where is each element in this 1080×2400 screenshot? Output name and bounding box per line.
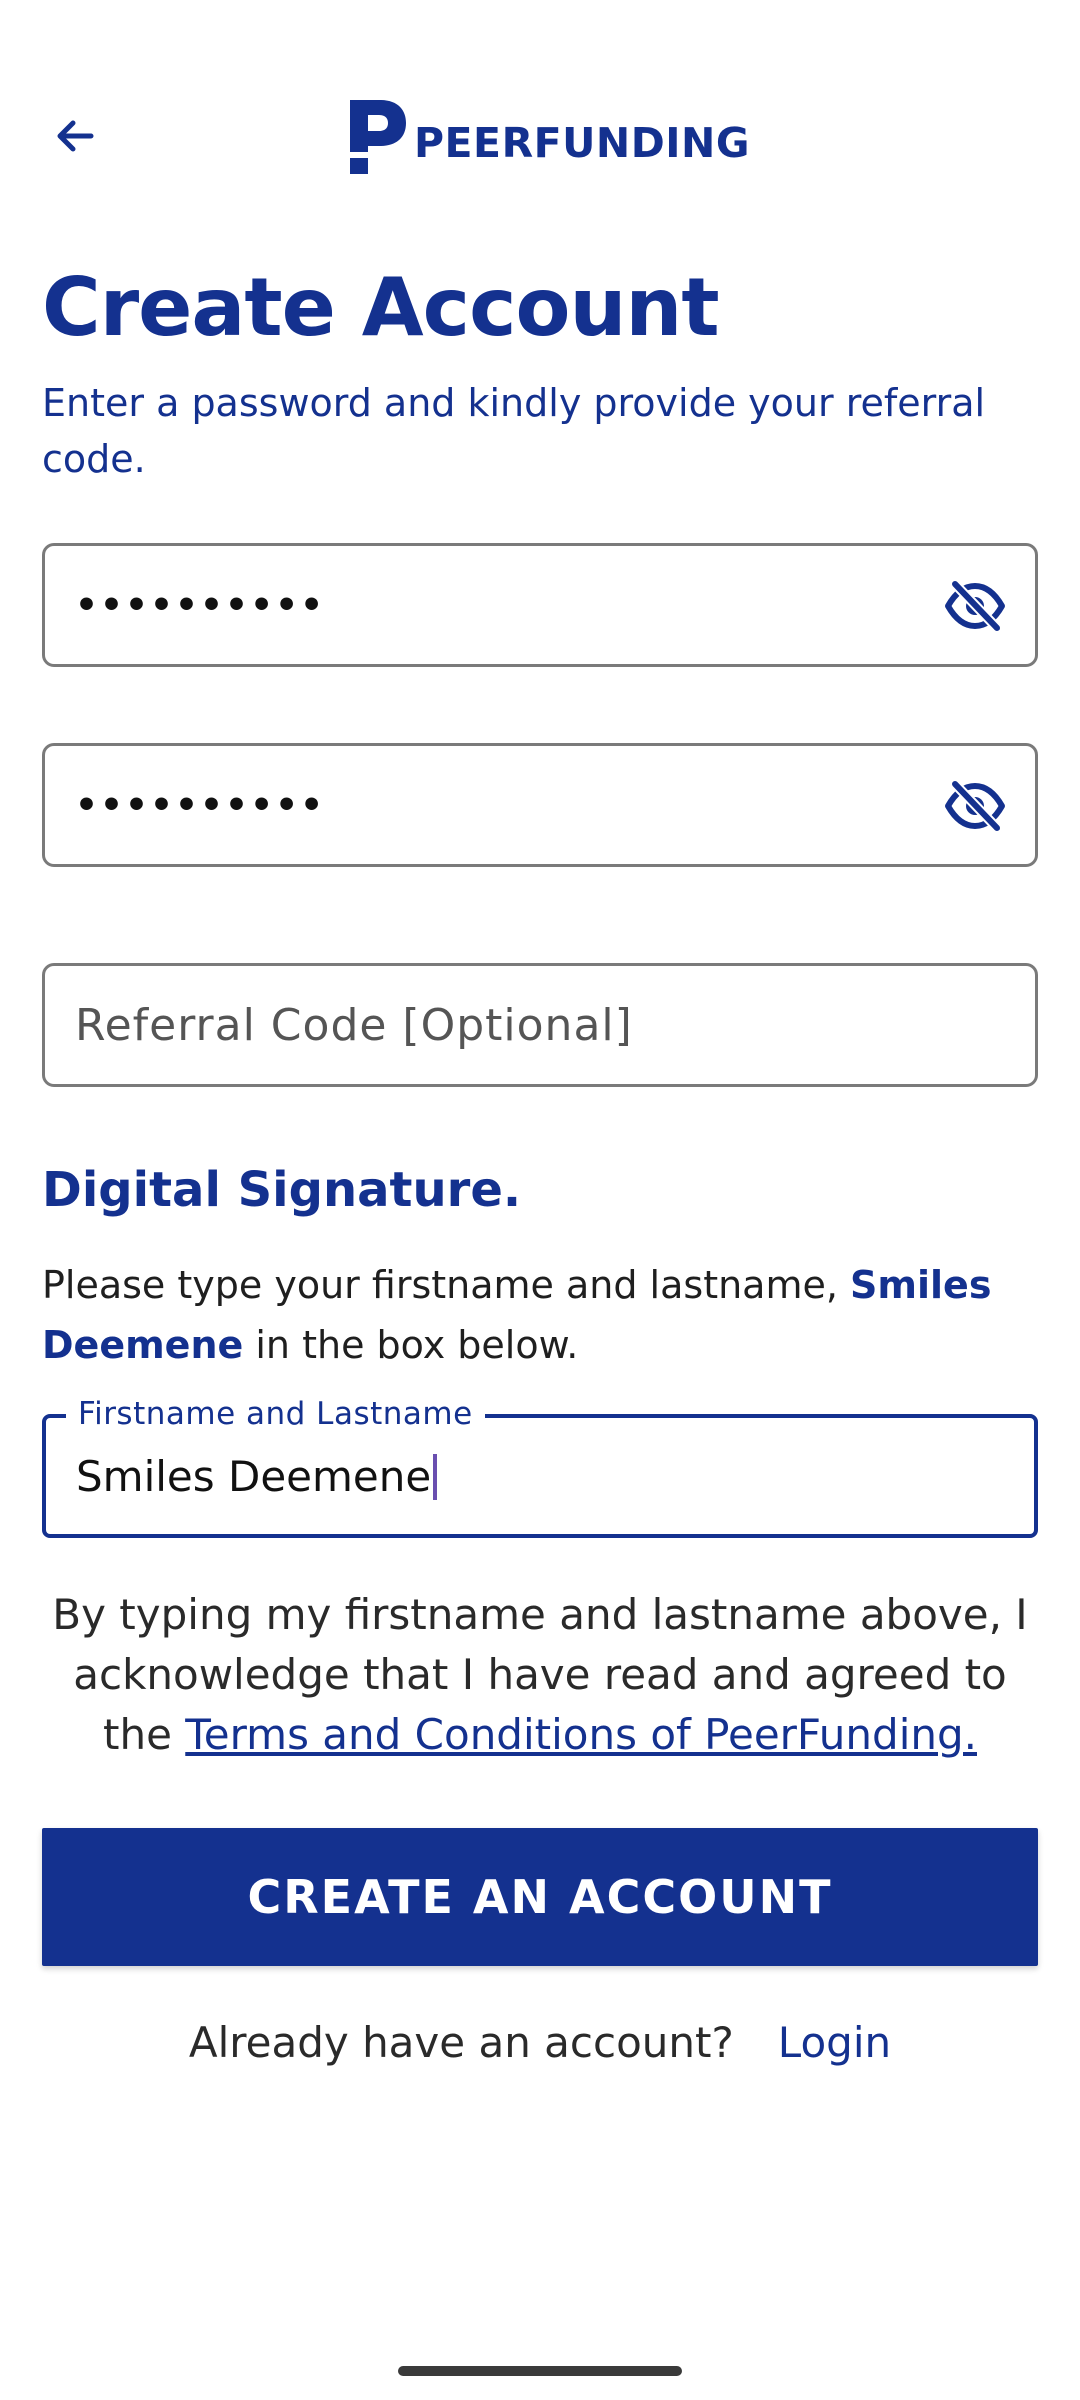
login-prompt-row: Already have an account? Login <box>0 2013 1080 2073</box>
digital-signature-heading: Digital Signature. <box>42 1162 522 1218</box>
signature-instructions: Please type your firstname and lastname,… <box>42 1255 1042 1375</box>
signature-name-field[interactable]: Firstname and Lastname Smiles Deemene <box>42 1396 1038 1538</box>
terms-acknowledgement: By typing my firstname and lastname abov… <box>42 1585 1038 1765</box>
eye-off-icon[interactable] <box>943 774 1007 838</box>
home-indicator[interactable] <box>398 2366 682 2376</box>
confirm-password-field[interactable]: •••••••••• <box>42 743 1038 867</box>
confirm-password-value: •••••••••• <box>75 784 326 826</box>
login-link[interactable]: Login <box>778 2013 891 2073</box>
text-cursor <box>433 1453 438 1500</box>
page-subtitle: Enter a password and kindly provide your… <box>42 381 986 481</box>
create-account-screen: PEERFUNDING Create Account Enter a passw… <box>0 0 1080 2400</box>
eye-off-icon[interactable] <box>943 574 1007 638</box>
brand-logo: PEERFUNDING <box>346 96 750 178</box>
signature-field-label: Firstname and Lastname <box>66 1396 485 1432</box>
back-button[interactable] <box>42 103 108 169</box>
peerfunding-logo-icon <box>350 100 406 174</box>
login-prompt-text: Already have an account? <box>188 2018 734 2067</box>
password-field[interactable]: •••••••••• <box>42 543 1038 667</box>
create-account-button[interactable]: CREATE AN ACCOUNT <box>42 1828 1038 1966</box>
instruction-prefix: Please type your firstname and lastname, <box>42 1263 851 1307</box>
signature-field-value: Smiles Deemene <box>76 1452 432 1501</box>
password-value: •••••••••• <box>75 584 326 626</box>
signature-field-value-wrap: Smiles Deemene <box>76 1452 438 1501</box>
terms-link[interactable]: Terms and Conditions of PeerFunding. <box>185 1710 977 1759</box>
instruction-suffix: in the box below. <box>243 1323 579 1367</box>
arrow-left-icon <box>57 120 94 152</box>
referral-code-placeholder: Referral Code [Optional] <box>75 999 633 1051</box>
referral-code-field[interactable]: Referral Code [Optional] <box>42 963 1038 1087</box>
page-title: Create Account <box>42 261 720 354</box>
brand-name: PEERFUNDING <box>414 119 751 167</box>
